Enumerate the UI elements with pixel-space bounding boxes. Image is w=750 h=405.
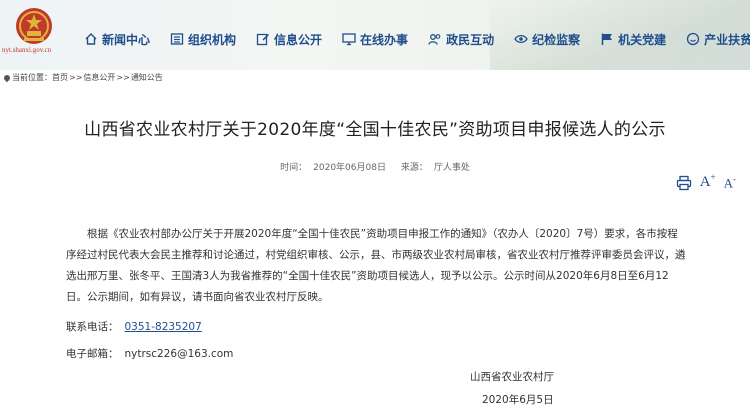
- email-label: 电子邮箱：: [66, 348, 119, 360]
- signature-org: 山西省农业农村厅: [470, 371, 554, 383]
- main-nav: 新闻中心 组织机构 信息公开 在线办事 政民互动 纪检监察 机关党建 产业扶贫: [84, 28, 750, 50]
- nav-item-party[interactable]: 机关党建: [600, 28, 666, 50]
- contact-phone: 联系电话： 0351-8235207: [66, 319, 202, 334]
- breadcrumb-notices[interactable]: 通知公告: [131, 73, 163, 82]
- nav-item-interaction[interactable]: 政民互动: [428, 28, 494, 50]
- nav-item-label: 在线办事: [360, 32, 409, 47]
- national-emblem-logo[interactable]: [14, 6, 54, 46]
- nav-item-label: 政民互动: [446, 32, 495, 47]
- phone-label: 联系电话：: [66, 321, 119, 333]
- flag-icon: [600, 32, 614, 46]
- body-paragraph: 根据《农业农村部办公厅关于开展2020年度“全国十佳农民”资助项目申报工作的通知…: [66, 228, 686, 303]
- time-label: 时间：: [280, 163, 308, 173]
- location-icon: [2, 73, 12, 82]
- nav-item-info[interactable]: 信息公开: [256, 28, 322, 50]
- nav-item-news[interactable]: 新闻中心: [84, 28, 150, 50]
- nav-item-label: 纪检监察: [532, 32, 581, 47]
- breadcrumb-home[interactable]: 首页: [52, 73, 68, 82]
- nav-item-online[interactable]: 在线办事: [342, 28, 408, 50]
- signature-date: 2020年6月5日: [482, 394, 554, 405]
- article-tools: A+ A-: [668, 172, 736, 191]
- breadcrumb-info[interactable]: 信息公开: [83, 73, 115, 82]
- font-increase-sign: +: [710, 172, 716, 182]
- nav-item-label: 产业扶贫: [704, 32, 750, 47]
- nav-item-poverty[interactable]: 产业扶贫: [686, 28, 750, 50]
- font-decrease-sign: -: [733, 173, 736, 184]
- font-increase-button[interactable]: A+: [700, 172, 716, 191]
- home-icon: [84, 32, 98, 46]
- source-value: 厅人事处: [433, 163, 470, 173]
- edit-icon: [256, 32, 270, 46]
- nav-item-discipline[interactable]: 纪检监察: [514, 28, 580, 50]
- font-decrease-button[interactable]: A-: [724, 174, 736, 191]
- users-icon: [428, 32, 442, 46]
- nav-item-label: 机关党建: [618, 32, 667, 47]
- article-meta: 时间： 2020年06月08日 来源： 厅人事处: [0, 160, 750, 173]
- email-value: nytrsc226@163.com: [124, 348, 234, 360]
- time-value: 2020年06月08日: [313, 163, 386, 173]
- print-icon[interactable]: [676, 175, 692, 191]
- nav-item-org[interactable]: 组织机构: [170, 28, 236, 50]
- contact-email: 电子邮箱： nytrsc226@163.com: [66, 346, 233, 361]
- nav-item-label: 信息公开: [274, 32, 323, 47]
- breadcrumb: 当前位置：首页>>信息公开>>通知公告: [2, 72, 163, 84]
- article-title: 山西省农业农村厅关于2020年度“全国十佳农民”资助项目申报候选人的公示: [84, 120, 666, 140]
- breadcrumb-separator: >>: [116, 73, 130, 82]
- list-icon: [170, 32, 184, 46]
- nav-item-label: 新闻中心: [102, 32, 151, 47]
- breadcrumb-prefix: 当前位置：: [12, 73, 52, 82]
- source-label: 来源：: [400, 163, 428, 173]
- font-decrease-label: A: [723, 175, 733, 190]
- site-url: nyt.shanxi.gov.cn: [2, 46, 52, 54]
- phone-value[interactable]: 0351-8235207: [125, 321, 202, 333]
- eye-icon: [514, 32, 528, 46]
- nav-item-label: 组织机构: [188, 32, 237, 47]
- font-increase-label: A: [699, 174, 711, 190]
- site-header: nyt.shanxi.gov.cn 新闻中心 组织机构 信息公开 在线办事 政民…: [0, 0, 750, 70]
- breadcrumb-separator: >>: [69, 73, 83, 82]
- article-body: 根据《农业农村部办公厅关于开展2020年度“全国十佳农民”资助项目申报工作的通知…: [66, 224, 686, 308]
- hand-icon: [686, 32, 700, 46]
- monitor-icon: [342, 32, 356, 46]
